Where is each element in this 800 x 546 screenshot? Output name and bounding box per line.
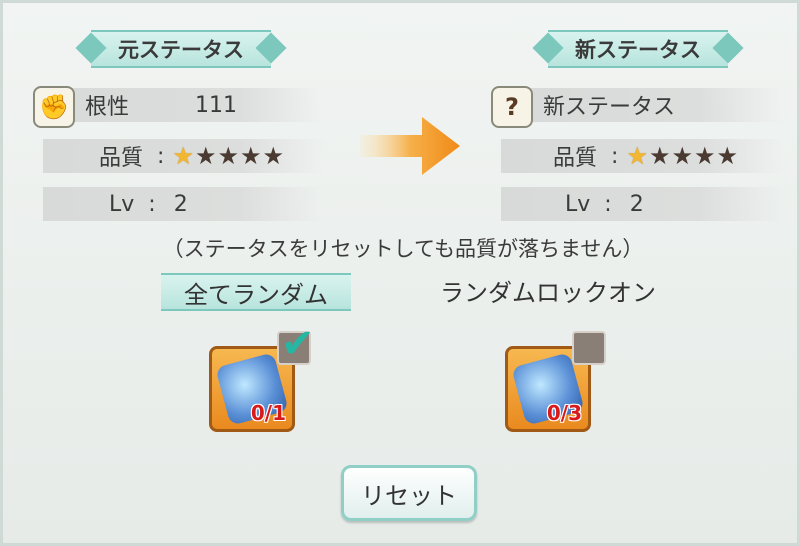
right-title: 新ステータス bbox=[575, 38, 701, 62]
fist-icon: ✊ bbox=[33, 86, 75, 128]
star-empty-icon: ★ bbox=[262, 142, 285, 170]
right-level-value: 2 bbox=[629, 191, 644, 217]
reset-note: （ステータスをリセットしても品質が落ちません） bbox=[162, 237, 644, 261]
star-empty-icon: ★ bbox=[716, 142, 739, 170]
left-level-colon: : bbox=[148, 191, 156, 217]
arrow-right-icon bbox=[360, 117, 460, 175]
right-quality-label: 品質 bbox=[553, 146, 598, 171]
left-stat-row: 根性 111 bbox=[43, 88, 323, 122]
right-quality-row: 品質 : ★ ★ ★ ★ ★ bbox=[501, 139, 783, 173]
star-empty-icon: ★ bbox=[648, 142, 671, 170]
right-level-colon: : bbox=[604, 191, 612, 217]
star-empty-icon: ★ bbox=[239, 142, 262, 170]
question-icon: ? bbox=[491, 86, 533, 128]
status-reset-panel: 元ステータス 新ステータス 根性 111 ✊ 品質 : ★ ★ ★ ★ ★ Lv : 2… bbox=[0, 0, 800, 546]
star-empty-icon: ★ bbox=[671, 142, 693, 170]
right-level-label: Lv bbox=[565, 191, 591, 217]
left-quality-row: 品質 : ★ ★ ★ ★ ★ bbox=[43, 139, 323, 173]
star-filled-icon: ★ bbox=[172, 142, 194, 170]
left-title-banner: 元ステータス bbox=[91, 30, 271, 68]
left-quality-label: 品質 bbox=[99, 146, 144, 171]
checkbox-left[interactable]: ✔ bbox=[277, 321, 315, 367]
star-empty-icon: ★ bbox=[217, 142, 239, 170]
left-quality-colon: : bbox=[157, 143, 165, 169]
left-title: 元ステータス bbox=[118, 38, 244, 62]
left-stat-name: 根性 bbox=[85, 95, 130, 120]
left-level-value: 2 bbox=[173, 191, 188, 217]
left-stars: ★ ★ ★ ★ ★ bbox=[172, 142, 284, 170]
reset-button[interactable]: リセット bbox=[341, 465, 477, 521]
star-filled-icon: ★ bbox=[626, 142, 648, 170]
item-count-right: 0/3 bbox=[546, 401, 582, 425]
mode-random-lock[interactable]: ランダムロックオン bbox=[428, 273, 668, 307]
item-count-left: 0/1 bbox=[250, 401, 286, 425]
left-level-row: Lv : 2 bbox=[43, 187, 323, 221]
right-stat-name: 新ステータス bbox=[543, 95, 676, 120]
checkbox-right[interactable] bbox=[572, 331, 606, 365]
right-title-banner: 新ステータス bbox=[548, 30, 728, 68]
checkmark-icon: ✔ bbox=[281, 321, 315, 367]
right-quality-colon: : bbox=[611, 143, 619, 169]
mode-random-all[interactable]: 全てランダム bbox=[161, 273, 351, 311]
right-stat-row: 新ステータス bbox=[501, 88, 783, 122]
left-level-label: Lv bbox=[109, 191, 135, 217]
right-stars: ★ ★ ★ ★ ★ bbox=[626, 142, 738, 170]
left-stat-value: 111 bbox=[195, 92, 238, 118]
right-level-row: Lv : 2 bbox=[501, 187, 783, 221]
star-empty-icon: ★ bbox=[194, 142, 217, 170]
star-empty-icon: ★ bbox=[693, 142, 716, 170]
